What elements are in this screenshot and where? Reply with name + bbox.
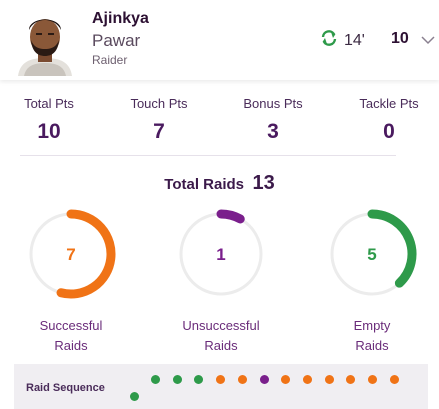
stat-value: 7: [153, 120, 165, 143]
chevron-down-icon[interactable]: [421, 32, 435, 50]
empty-raids-value: 5: [367, 245, 376, 264]
raid-dot-empty: [151, 375, 160, 384]
raid-dot-successful: [302, 375, 312, 384]
raid-dot-unsuccessful: [259, 375, 269, 384]
total-raids-label: Total Raids: [164, 176, 245, 193]
raid-dot-empty: [172, 375, 182, 384]
stat-label: Bonus Pts: [243, 96, 303, 111]
raid-dot-successful: [324, 375, 334, 384]
raid-dot-successful: [281, 375, 291, 384]
stat-label: Total Pts: [24, 96, 74, 111]
stat-touch-pts: Touch Pts 7: [104, 96, 214, 144]
ring-label-line: Unsuccessful: [182, 318, 260, 333]
successful-raids-label: Successful Raids: [16, 316, 126, 356]
stat-value: 10: [37, 120, 61, 143]
unsuccessful-raids-arc: [216, 209, 245, 224]
player-avatar: [14, 8, 76, 76]
ring-label-line: Raids: [54, 338, 88, 353]
successful-raids-value: 7: [66, 245, 75, 264]
raid-dot-successful: [368, 375, 377, 384]
stat-bonus-pts: Bonus Pts 3: [218, 96, 328, 144]
player-last-name: Pawar: [92, 31, 141, 50]
unsuccessful-raids-value: 1: [216, 245, 225, 264]
unsuccessful-raids-ring: 1: [179, 209, 263, 296]
unsuccessful-raids: 1 Unsuccessful Raids: [166, 206, 276, 356]
empty-raids: 5 Empty Raids: [317, 206, 427, 356]
stats-divider: [20, 155, 396, 156]
stat-tackle-pts: Tackle Pts 0: [334, 96, 439, 144]
stat-value: 3: [267, 120, 279, 143]
raid-dot-successful: [346, 375, 356, 384]
raid-dot-empty: [130, 392, 139, 401]
raid-sequence: Raid Sequence: [14, 364, 428, 409]
successful-raids-ring: 7: [29, 209, 116, 299]
stat-value: 0: [383, 120, 395, 143]
ring-label-line: Empty: [353, 318, 391, 333]
empty-raids-label: Empty Raids: [317, 316, 427, 356]
player-header: Ajinkya Pawar Raider 14' 10: [0, 0, 439, 80]
total-raids: Total Raids 13: [0, 172, 439, 195]
play-time-value: 14': [344, 31, 365, 49]
empty-raids-ring: 5: [330, 209, 417, 296]
ring-label-line: Successful: [39, 318, 103, 333]
raid-sequence-label: Raid Sequence: [26, 382, 105, 394]
refresh-icon: [320, 30, 338, 51]
successful-raids: 7 Successful Raids: [16, 206, 126, 356]
raid-dot-empty: [194, 375, 204, 384]
player-score: 10: [391, 30, 409, 47]
stat-label: Touch Pts: [130, 96, 188, 111]
raid-dot-successful: [237, 375, 247, 384]
stat-label: Tackle Pts: [359, 96, 419, 111]
player-first-name: Ajinkya: [92, 10, 149, 27]
player-role: Raider: [92, 53, 128, 67]
stat-total-pts: Total Pts 10: [0, 96, 104, 144]
ring-label-line: Raids: [355, 338, 389, 353]
unsuccessful-raids-label: Unsuccessful Raids: [166, 316, 276, 356]
ring-label-line: Raids: [204, 338, 238, 353]
raid-dot-successful: [216, 375, 226, 384]
total-raids-value: 13: [252, 172, 275, 194]
play-time: 14': [320, 30, 365, 51]
raid-dot-successful: [389, 375, 399, 384]
